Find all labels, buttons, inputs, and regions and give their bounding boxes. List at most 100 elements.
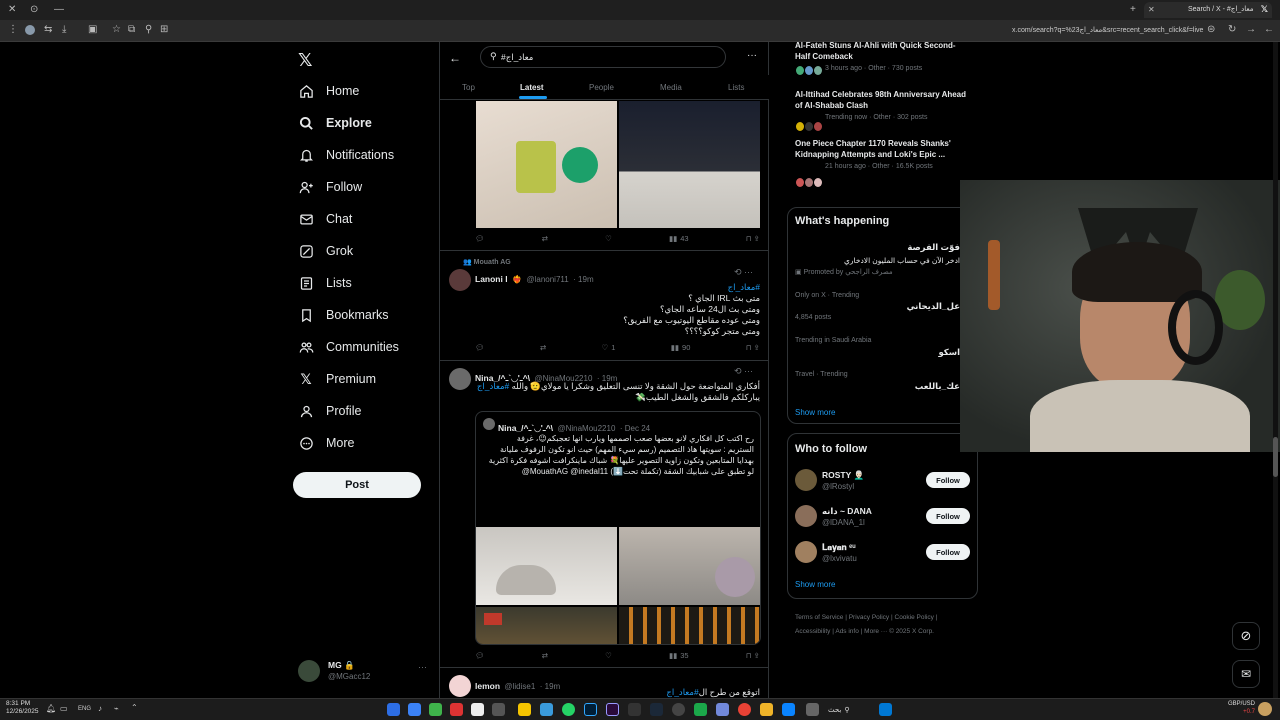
xbox-icon[interactable] xyxy=(429,703,442,716)
language-indicator[interactable]: ENG xyxy=(78,706,91,712)
back-arrow-icon[interactable]: ← xyxy=(449,51,461,65)
scrollbar[interactable] xyxy=(1273,42,1278,698)
news-item-title[interactable]: Al-Fateh Stuns Al-Ahli with Quick Second… xyxy=(795,42,970,62)
tab-history-icon[interactable]: ⊙ xyxy=(30,0,38,20)
nav-profile[interactable]: Profile xyxy=(298,398,361,424)
bookmark-share-icon[interactable]: ⊓ ⇪ xyxy=(746,234,760,243)
footer-link[interactable]: Terms of Service xyxy=(795,614,843,621)
nav-communities[interactable]: Communities xyxy=(298,334,399,360)
tab-media[interactable]: Media xyxy=(660,83,682,92)
tab-latest[interactable]: Latest xyxy=(520,83,544,92)
trend-title[interactable]: عل_الديحاني xyxy=(795,301,960,312)
menu-dots-icon[interactable]: ⋮ xyxy=(8,20,18,40)
task-view-icon[interactable] xyxy=(806,703,819,716)
sticky-notes-icon[interactable] xyxy=(518,703,531,716)
key-icon[interactable]: ⚲ xyxy=(145,20,152,40)
follow-button[interactable]: Follow xyxy=(926,544,970,560)
like-icon[interactable]: ♡ xyxy=(605,651,612,660)
user-name[interactable]: دانه ~ DANA xyxy=(822,506,872,517)
app-icon[interactable] xyxy=(716,703,729,716)
download-icon[interactable]: ⤓ xyxy=(62,20,66,40)
app-icon[interactable] xyxy=(694,703,707,716)
translate-icon[interactable]: ⊞ xyxy=(160,20,168,40)
news-item-title[interactable]: One Piece Chapter 1170 Reveals Shanks' K… xyxy=(795,138,970,160)
avatar[interactable] xyxy=(795,505,817,527)
nav-home[interactable]: Home xyxy=(298,78,359,104)
views-icon[interactable]: ▮▮ 35 xyxy=(669,651,689,660)
more-options-icon[interactable]: ··· xyxy=(747,50,757,61)
avatar[interactable] xyxy=(449,675,471,697)
clock[interactable]: 8:31 PM 12/26/2025 xyxy=(6,700,39,716)
windows-start-icon[interactable] xyxy=(879,703,892,716)
trend-title[interactable]: اسكو xyxy=(795,347,960,358)
trend-title[interactable]: عك_باللعب xyxy=(795,381,960,392)
tweet-image-controller[interactable] xyxy=(619,101,760,228)
footer-link[interactable]: More ··· xyxy=(864,628,887,635)
retweet-icon[interactable]: ⇄ xyxy=(542,234,548,243)
avatar[interactable] xyxy=(795,469,817,491)
widget-icon[interactable] xyxy=(1258,702,1272,716)
new-tab-icon[interactable]: + xyxy=(1130,0,1136,20)
tweet-image-keychains[interactable] xyxy=(476,101,617,228)
tab-lists[interactable]: Lists xyxy=(728,83,744,92)
grok-explain-icon[interactable]: ⟲ ··· xyxy=(734,366,753,377)
premiere-icon[interactable] xyxy=(606,703,619,716)
grok-floating-button[interactable]: ⊘ xyxy=(1232,622,1260,650)
photoshop-icon[interactable] xyxy=(584,703,597,716)
address-bar[interactable]: x.com/search?q=%23معاد_اج&src=recent_sea… xyxy=(1012,26,1203,34)
like-icon[interactable]: ♡ xyxy=(605,234,612,243)
notification-icon[interactable]: 🔔︎ xyxy=(46,704,56,713)
app-icon[interactable] xyxy=(782,703,795,716)
tune-icon[interactable]: ⊜ xyxy=(1207,20,1215,40)
nav-follow[interactable]: Follow xyxy=(298,174,362,200)
account-switcher[interactable]: MG 🔒 @MGacc12 ··· xyxy=(298,658,433,686)
chrome-icon[interactable] xyxy=(738,703,751,716)
nav-explore[interactable]: Explore xyxy=(298,110,372,136)
star-icon[interactable]: ☆ xyxy=(112,20,121,40)
show-more-trends[interactable]: Show more xyxy=(795,408,835,417)
tab-top[interactable]: Top xyxy=(462,83,475,92)
close-window-icon[interactable]: ✕ xyxy=(8,0,16,20)
reload-icon[interactable]: ↻ xyxy=(1228,20,1236,40)
app-icon[interactable] xyxy=(540,703,553,716)
share-icon[interactable]: ⧉ xyxy=(128,20,135,40)
network-icon[interactable]: ⌁ xyxy=(114,704,119,713)
promo-title[interactable]: فوّت الفرصة xyxy=(795,242,960,253)
follow-button[interactable]: Follow xyxy=(926,508,970,524)
display-icon[interactable]: ▭ xyxy=(60,704,68,713)
messages-floating-button[interactable]: ✉ xyxy=(1232,660,1260,688)
like-icon[interactable]: ♡ 1 xyxy=(602,343,616,352)
steam-icon[interactable] xyxy=(650,703,663,716)
file-explorer-icon[interactable] xyxy=(760,703,773,716)
scrollbar-thumb[interactable] xyxy=(1273,437,1278,477)
quote-tweet[interactable]: Nina_/^ـ'◡`ـ^\ @NinaMou2210 · Dec 24 رح … xyxy=(475,411,761,645)
avatar[interactable] xyxy=(795,541,817,563)
app-icon[interactable] xyxy=(408,703,421,716)
back-icon[interactable]: ← xyxy=(1264,20,1274,40)
show-more-follow[interactable]: Show more xyxy=(795,580,835,589)
currency-widget[interactable]: GBP/USD +0.7 xyxy=(1228,700,1255,716)
nav-grok[interactable]: Grok xyxy=(298,238,353,264)
bookmark-share-icon[interactable]: ⊓ ⇪ xyxy=(746,651,760,660)
footer-link[interactable]: Privacy Policy xyxy=(849,614,889,621)
app-icon[interactable] xyxy=(450,703,463,716)
nav-chat[interactable]: Chat xyxy=(298,206,352,232)
post-button[interactable]: Post xyxy=(293,472,421,498)
x-logo-icon[interactable]: 𝕏 xyxy=(298,50,313,71)
footer-link[interactable]: Ads info xyxy=(835,628,859,635)
footer-link[interactable]: Cookie Policy xyxy=(895,614,934,621)
tab-people[interactable]: People xyxy=(589,83,614,92)
user-name[interactable]: 𝐋𝐚𝐲𝐚𝐧 ᵉᵘ xyxy=(822,542,855,553)
tab-close-icon[interactable]: ✕ xyxy=(1148,0,1155,20)
app-icon[interactable] xyxy=(672,703,685,716)
views-icon[interactable]: ▮▮ 43 xyxy=(669,234,689,243)
split-icon[interactable]: ▣ xyxy=(88,20,97,40)
reply-icon[interactable]: 💬︎ xyxy=(475,234,485,243)
nav-premium[interactable]: 𝕏 Premium xyxy=(298,366,376,392)
taskbar-search[interactable]: بحث ⚲ xyxy=(828,703,872,716)
views-icon[interactable]: ▮▮ 90 xyxy=(671,343,691,352)
follow-button[interactable]: Follow xyxy=(926,472,970,488)
whatsapp-icon[interactable] xyxy=(562,703,575,716)
active-tab[interactable]: ✕ Search / X - #معاد_اج 𝕏 xyxy=(1144,2,1272,18)
reply-icon[interactable]: 💬︎ xyxy=(475,651,485,660)
